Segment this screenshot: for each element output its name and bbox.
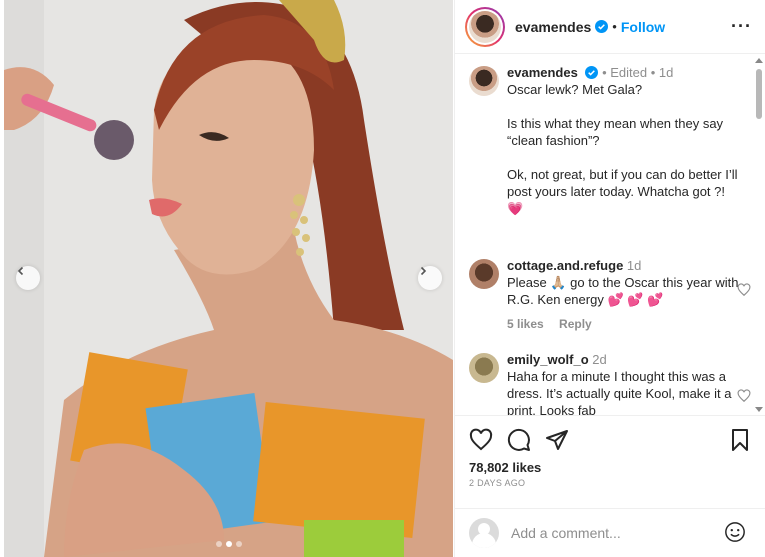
comment-username[interactable]: cottage.and.refuge — [507, 258, 623, 273]
comments-list: evamendes • Edited • 1d Oscar lewk? Met … — [455, 55, 765, 415]
more-options-button[interactable]: ··· — [731, 16, 752, 37]
comment-bubble-icon[interactable] — [507, 428, 531, 452]
follow-button[interactable]: Follow — [621, 19, 665, 35]
post-details-panel: evamendes • Follow ··· evamendes • Edite… — [454, 0, 765, 557]
comment-username[interactable]: emily_wolf_o — [507, 352, 589, 367]
scroll-down-arrow-icon[interactable] — [755, 407, 763, 412]
like-heart-icon[interactable] — [469, 428, 493, 452]
likes-count[interactable]: 78,802 likes — [469, 460, 541, 475]
scrollbar-thumb[interactable] — [756, 69, 762, 119]
photo-illustration — [4, 0, 453, 557]
current-user-avatar — [469, 518, 499, 548]
comment-input[interactable] — [511, 525, 711, 541]
reply-button[interactable]: Reply — [559, 317, 592, 331]
carousel-dot-active — [225, 541, 232, 547]
caption-avatar[interactable] — [469, 66, 499, 96]
post-date: 2 DAYS AGO — [469, 478, 526, 488]
comment-time: 2d — [592, 352, 607, 367]
post-action-bar: 78,802 likes 2 DAYS AGO — [455, 415, 765, 515]
header-separator: • — [612, 19, 617, 34]
chevron-left-icon — [17, 266, 24, 276]
caption-text: Oscar lewk? Met Gala? Is this what they … — [507, 82, 738, 216]
carousel-indicator — [4, 541, 453, 547]
caption-username[interactable]: evamendes — [507, 65, 578, 80]
comment-avatar[interactable] — [469, 259, 499, 289]
comment-composer — [455, 508, 765, 557]
scroll-up-arrow-icon[interactable] — [755, 58, 763, 63]
comment-avatar[interactable] — [469, 353, 499, 383]
chevron-right-icon — [420, 266, 427, 276]
comment-like-heart-icon[interactable] — [737, 283, 751, 297]
comment-like-heart-icon[interactable] — [737, 389, 751, 403]
emoji-picker-icon[interactable] — [724, 521, 746, 543]
carousel-dot — [235, 541, 242, 547]
post-photo[interactable] — [4, 0, 453, 557]
comment-text: Haha for a minute I thought this was a d… — [507, 369, 736, 415]
comments-scrollbar[interactable] — [754, 55, 764, 415]
share-paper-plane-icon[interactable] — [545, 428, 569, 452]
carousel-dot — [215, 541, 222, 547]
author-avatar[interactable] — [465, 6, 505, 47]
comment-time: 1d — [626, 258, 642, 273]
carousel-next-button[interactable] — [418, 266, 442, 290]
carousel-prev-button[interactable] — [16, 266, 40, 290]
save-bookmark-icon[interactable] — [728, 428, 752, 452]
comment-text: Please 🙏🏼 go to the Oscar this year with… — [507, 275, 743, 307]
author-username[interactable]: evamendes — [515, 19, 591, 35]
comment-likes-count[interactable]: 5 likes — [507, 317, 544, 331]
post-header: evamendes • Follow ··· — [455, 0, 765, 54]
verified-badge-icon — [585, 66, 599, 79]
caption-meta: • Edited • 1d — [602, 65, 674, 80]
verified-badge-icon — [595, 20, 609, 33]
